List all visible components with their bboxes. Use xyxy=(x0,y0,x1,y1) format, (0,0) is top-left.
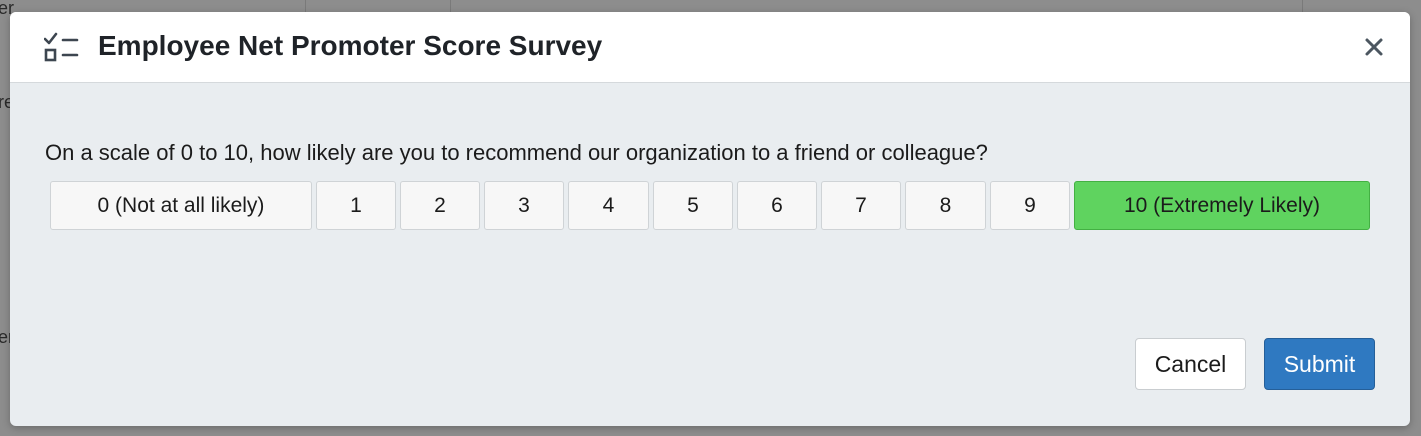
rating-option-1[interactable]: 1 xyxy=(316,181,396,230)
rating-option-8[interactable]: 8 xyxy=(905,181,986,230)
rating-option-5[interactable]: 5 xyxy=(653,181,733,230)
dialog-title: Employee Net Promoter Score Survey xyxy=(98,30,603,61)
rating-option-10[interactable]: 10 (Extremely Likely) xyxy=(1074,181,1370,230)
rating-option-2[interactable]: 2 xyxy=(400,181,480,230)
rating-option-4[interactable]: 4 xyxy=(568,181,649,230)
rating-option-0[interactable]: 0 (Not at all likely) xyxy=(50,181,312,230)
close-icon[interactable] xyxy=(1360,33,1388,61)
cancel-button[interactable]: Cancel xyxy=(1135,338,1246,390)
rating-option-9[interactable]: 9 xyxy=(990,181,1070,230)
survey-dialog: Employee Net Promoter Score Survey On a … xyxy=(10,12,1410,426)
rating-option-3[interactable]: 3 xyxy=(484,181,564,230)
rating-option-7[interactable]: 7 xyxy=(821,181,901,230)
submit-button[interactable]: Submit xyxy=(1264,338,1375,390)
survey-question: On a scale of 0 to 10, how likely are yo… xyxy=(45,140,988,165)
checklist-icon xyxy=(44,32,79,62)
rating-option-6[interactable]: 6 xyxy=(737,181,817,230)
dialog-header: Employee Net Promoter Score Survey xyxy=(10,12,1410,83)
